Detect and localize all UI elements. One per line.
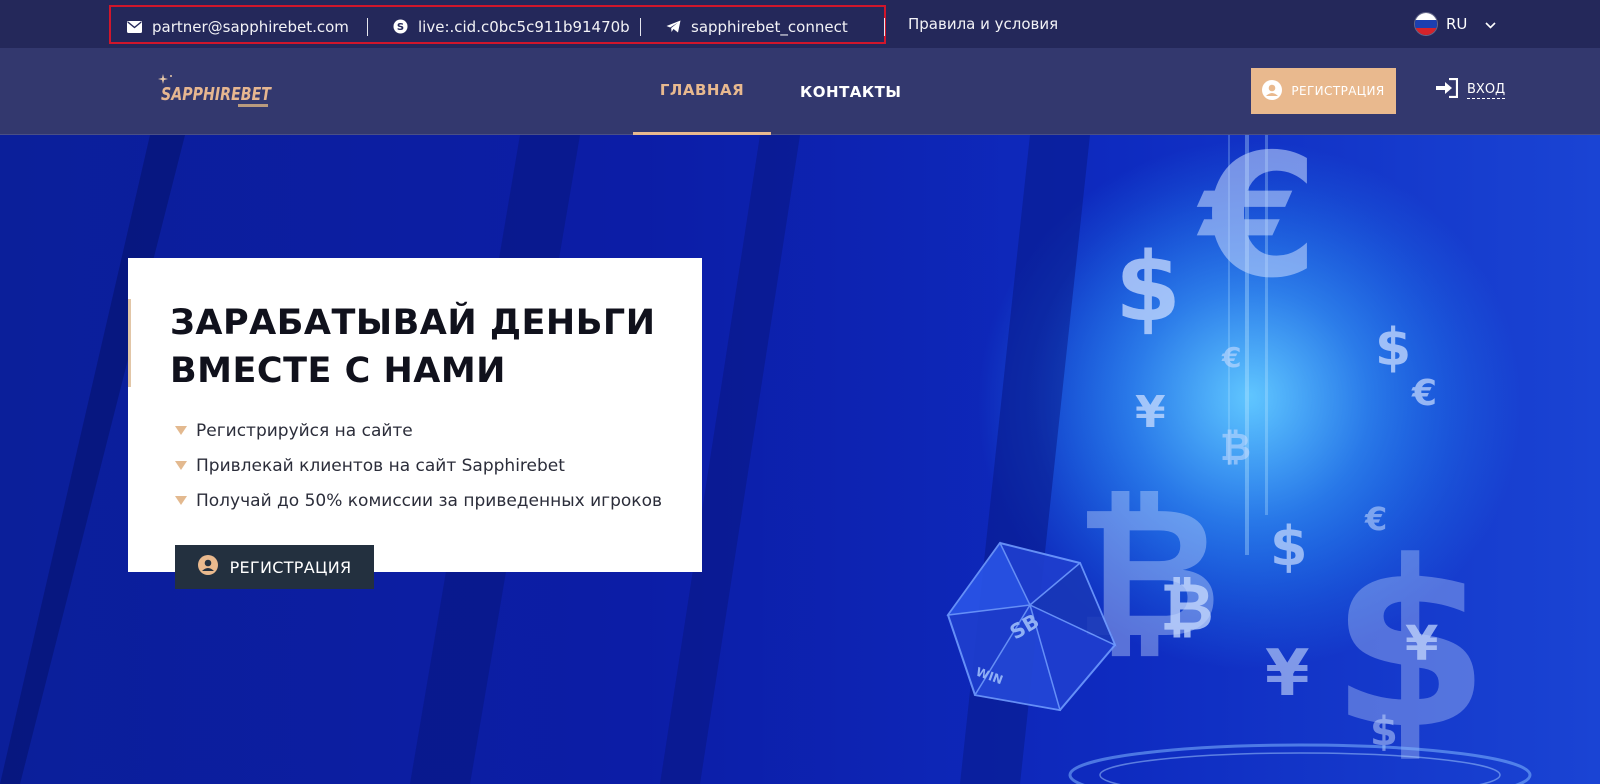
svg-text:¥: ¥ <box>1265 637 1310 711</box>
svg-text:$: $ <box>1115 233 1181 343</box>
card-accent-bar <box>128 299 131 387</box>
svg-text:€: € <box>1221 341 1241 374</box>
telegram-icon <box>665 19 681 35</box>
list-item: Регистрируйся на сайте <box>175 413 662 448</box>
svg-text:€: € <box>1196 135 1318 316</box>
rules-link[interactable]: Правила и условия <box>908 0 1058 48</box>
header-register-label: РЕГИСТРАЦИЯ <box>1291 84 1385 98</box>
divider <box>367 18 368 36</box>
chevron-down-icon <box>1485 15 1496 33</box>
svg-text:₿: ₿ <box>1160 569 1214 646</box>
top-bar: partner@sapphirebet.com S live:.cid.c0bc… <box>0 0 1600 48</box>
sapphirebet-logo[interactable]: SAPPHIREBET <box>158 70 276 114</box>
user-icon <box>197 555 218 579</box>
svg-text:€: € <box>1411 373 1437 414</box>
svg-text:¥: ¥ <box>1135 387 1166 438</box>
logo-text: SAPPHIREBET <box>161 84 272 105</box>
hero-register-label: РЕГИСТРАЦИЯ <box>229 557 352 577</box>
benefits-list: Регистрируйся на сайте Привлекай клиенто… <box>175 413 662 518</box>
list-item-text: Регистрируйся на сайте <box>196 420 413 441</box>
telegram-text: sapphirebet_connect <box>691 17 848 36</box>
header-register-button[interactable]: РЕГИСТРАЦИЯ <box>1251 68 1396 114</box>
triangle-bullet-icon <box>175 461 187 470</box>
svg-text:¥: ¥ <box>1405 616 1438 672</box>
skype-text: live:.cid.c0bc5c911b91470b <box>418 17 630 36</box>
skype-icon: S <box>392 19 408 35</box>
divider <box>884 18 885 36</box>
email-contact[interactable]: partner@sapphirebet.com <box>126 7 349 46</box>
telegram-contact[interactable]: sapphirebet_connect <box>665 7 848 46</box>
language-selector[interactable]: RU <box>1415 0 1496 48</box>
hero-register-button[interactable]: РЕГИСТРАЦИЯ <box>175 545 374 589</box>
russia-flag-icon <box>1415 13 1437 35</box>
list-item: Привлекай клиентов на сайт Sapphirebet <box>175 448 662 483</box>
login-label: ВХОД <box>1467 81 1506 99</box>
nav-contacts[interactable]: КОНТАКТЫ <box>800 48 901 135</box>
contacts-highlight-box: partner@sapphirebet.com S live:.cid.c0bc… <box>109 5 886 44</box>
skype-contact[interactable]: S live:.cid.c0bc5c911b91470b <box>392 7 630 46</box>
svg-text:S: S <box>396 22 403 33</box>
triangle-bullet-icon <box>175 426 187 435</box>
hero-title: ЗАРАБАТЫВАЙ ДЕНЬГИ ВМЕСТЕ С НАМИ <box>170 299 670 395</box>
language-label: RU <box>1446 15 1468 33</box>
svg-text:$: $ <box>1270 515 1308 578</box>
login-icon <box>1436 77 1459 102</box>
hero-title-line-2: ВМЕСТЕ С НАМИ <box>170 351 506 391</box>
svg-text:₿: ₿ <box>1220 425 1251 469</box>
triangle-bullet-icon <box>175 496 187 505</box>
main-header: SAPPHIREBET ГЛАВНАЯ КОНТАКТЫ РЕГИСТРАЦИЯ… <box>0 48 1600 135</box>
login-link[interactable]: ВХОД <box>1436 77 1506 102</box>
hero-title-line-1: ЗАРАБАТЫВАЙ ДЕНЬГИ <box>170 303 656 343</box>
svg-text:$: $ <box>1375 318 1411 378</box>
hero-card: ЗАРАБАТЫВАЙ ДЕНЬГИ ВМЕСТЕ С НАМИ Регистр… <box>128 258 702 589</box>
nav-home[interactable]: ГЛАВНАЯ <box>633 48 771 135</box>
user-icon <box>1262 79 1283 103</box>
list-item-text: Получай до 50% комиссии за приведенных и… <box>196 490 662 511</box>
email-text: partner@sapphirebet.com <box>152 17 349 36</box>
list-item: Получай до 50% комиссии за приведенных и… <box>175 483 662 518</box>
list-item-text: Привлекай клиентов на сайт Sapphirebet <box>196 455 565 476</box>
hero-banner: € $ $ € € ¥ ₿ ₿ $ € ₿ $ ¥ ¥ $ SB WIN ЗАР… <box>0 135 1600 784</box>
divider <box>640 18 641 36</box>
envelope-icon <box>126 19 142 35</box>
